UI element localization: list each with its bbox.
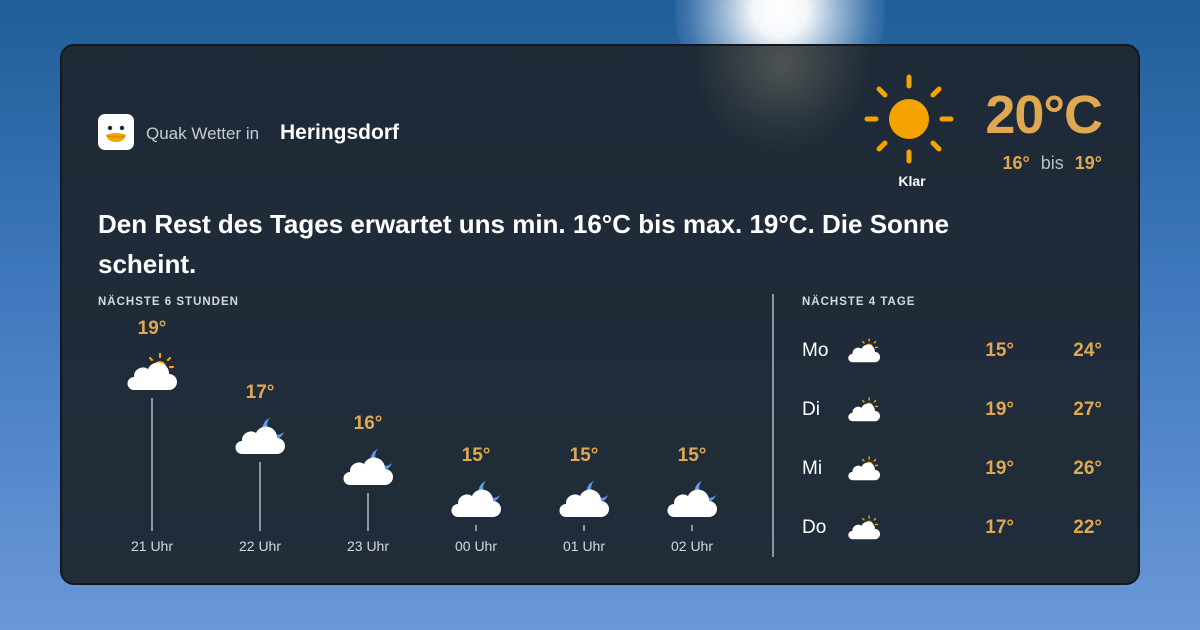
hourly-temp-bar [259, 461, 261, 531]
cloud-sun-icon [848, 456, 881, 481]
hourly-temp-bar [151, 398, 153, 531]
day-min-temp: 19° [985, 399, 1014, 420]
cloud-moon-icon [235, 417, 285, 454]
hourly-item: 17° 22 Uhr [206, 46, 314, 583]
daily-row-di: Di 19° 27° [802, 389, 1102, 429]
hourly-temp-bar [691, 525, 693, 531]
hourly-temp-bar [367, 493, 369, 531]
section-divider [772, 294, 774, 557]
cloud-moon-icon [559, 481, 609, 517]
day-max-temp: 27° [1073, 399, 1102, 420]
cloud-sun-icon [127, 352, 177, 390]
cloud-sun-icon [848, 338, 881, 363]
hourly-item: 15° 00 Uhr [422, 46, 530, 583]
day-min-temp: 15° [985, 340, 1014, 361]
hourly-item: 19° 21 Uhr [98, 46, 206, 583]
cloud-moon-icon [451, 481, 501, 517]
hourly-time: 01 Uhr [562, 538, 606, 554]
hourly-time: 22 Uhr [238, 538, 282, 554]
day-name: Di [802, 399, 820, 420]
hourly-temp-bar [475, 525, 477, 531]
hourly-temp: 15° [569, 445, 599, 466]
day-max-temp: 22° [1073, 517, 1102, 538]
hourly-time: 23 Uhr [346, 538, 390, 554]
hourly-item: 15° 02 Uhr [638, 46, 746, 583]
range-word: bis [1040, 153, 1064, 173]
daily-row-mo: Mo 15° 24° [802, 330, 1102, 370]
daily-section-label: NÄCHSTE 4 TAGE [802, 296, 916, 308]
cloud-sun-icon [848, 397, 881, 422]
day-min-temp: 19° [985, 458, 1014, 479]
hourly-temp: 15° [677, 445, 707, 466]
hourly-temp: 15° [461, 445, 491, 466]
hourly-temp: 16° [353, 413, 383, 435]
day-name: Mo [802, 340, 829, 361]
hourly-time: 21 Uhr [130, 538, 174, 554]
current-max-temp: 19° [1074, 153, 1102, 173]
cloud-moon-icon [343, 449, 393, 486]
hourly-item: 16° 23 Uhr [314, 46, 422, 583]
hourly-temp: 19° [137, 318, 167, 339]
current-condition: Klar [898, 173, 926, 189]
day-name: Mi [802, 458, 823, 479]
cloud-moon-icon [667, 481, 717, 517]
cloud-sun-icon [848, 515, 881, 540]
hourly-item: 15° 01 Uhr [530, 46, 638, 583]
daily-row-mi: Mi 19° 26° [802, 448, 1102, 488]
hourly-time: 02 Uhr [670, 538, 714, 554]
current-temp-range: 16° bis 19° [942, 153, 1102, 174]
current-min-temp: 16° [1002, 153, 1030, 173]
day-min-temp: 17° [985, 517, 1014, 538]
day-max-temp: 24° [1073, 340, 1102, 361]
day-max-temp: 26° [1073, 458, 1102, 479]
current-temperature: 20°C [985, 85, 1103, 145]
daily-row-do: Do 17° 22° [802, 507, 1102, 547]
day-name: Do [802, 517, 827, 538]
weather-card: Quak Wetter in Heringsdorf Klar 20°C 16°… [60, 44, 1140, 585]
hourly-temp: 17° [245, 381, 275, 403]
hourly-temp-bar [583, 525, 585, 531]
hourly-time: 00 Uhr [454, 538, 498, 554]
